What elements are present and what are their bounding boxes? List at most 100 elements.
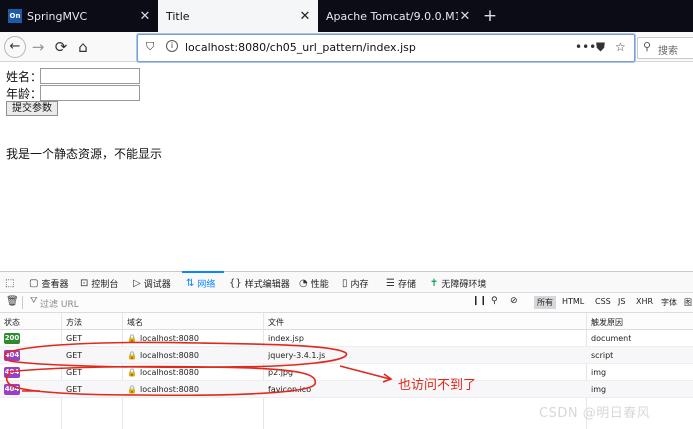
site-info-icon[interactable]: i: [166, 40, 178, 52]
tab-performance[interactable]: ◔ 性能: [299, 275, 329, 291]
block-icon[interactable]: ⊘: [510, 296, 518, 306]
request-row[interactable]: 404 GET 🔒 localhost:8080 p2.jpg img: [0, 364, 693, 381]
status-badge: 404: [4, 350, 20, 361]
request-cause: document: [591, 334, 632, 343]
tab-storage[interactable]: ☰ 存储: [386, 275, 416, 291]
tab-tomcat-error[interactable]: Apache Tomcat/9.0.0.M10 - Erro ✕: [318, 0, 478, 32]
lock-icon: 🔒: [127, 351, 137, 360]
request-cause: img: [591, 368, 607, 377]
request-domain: 🔒 localhost:8080: [127, 351, 199, 360]
pause-icon[interactable]: ❙❙: [472, 296, 487, 306]
inspector-icon: ▢: [29, 277, 39, 289]
request-method: GET: [66, 368, 83, 377]
static-resource-text: 我是一个静态资源，不能显示: [6, 147, 163, 161]
domain-text: localhost:8080: [139, 334, 199, 343]
name-label: 姓名：: [6, 70, 43, 84]
tab-accessibility[interactable]: ✝ 无障碍环境: [430, 275, 486, 291]
bookmark-star-icon[interactable]: ☆: [615, 40, 626, 54]
tab-label: 查看器: [41, 279, 69, 290]
submit-button[interactable]: 提交参数: [6, 101, 58, 116]
new-tab-button[interactable]: +: [481, 6, 499, 26]
storage-icon: ☰: [386, 277, 395, 289]
request-file: p2.jpg: [268, 368, 294, 377]
close-icon[interactable]: ✕: [138, 9, 152, 24]
search-icon[interactable]: ⚲: [491, 296, 498, 306]
tab-title: Title: [166, 9, 190, 23]
request-method: GET: [66, 351, 83, 360]
tab-debugger[interactable]: ▷ 调试器: [133, 275, 171, 291]
devtools-toolbar: ⬚ ▢ 查看器 ⊡ 控制台 ▷ 调试器 ⇅ 网络 {} 样式编辑器 ◔ 性能 ▯ 内存 ☰ 存储…: [0, 271, 693, 293]
domain-text: localhost:8080: [139, 351, 199, 360]
request-row[interactable]: 200 GET 🔒 localhost:8080 index.jsp docume…: [0, 330, 693, 347]
tab-springmvc[interactable]: On SpringMVC ✕: [0, 0, 158, 32]
filter-fonts[interactable]: 字体: [661, 297, 677, 308]
request-table-header: 状态 方法 域名 文件 触发原因: [0, 313, 693, 330]
element-picker-icon[interactable]: ⬚: [5, 275, 17, 291]
request-row[interactable]: 404 GET 🔒 localhost:8080 favicon.ico img: [0, 381, 693, 398]
close-icon[interactable]: ✕: [458, 9, 472, 24]
tab-network[interactable]: ⇅ 网络: [186, 275, 215, 291]
tab-title: SpringMVC: [27, 9, 88, 23]
filter-js[interactable]: JS: [618, 297, 625, 306]
tab-memory[interactable]: ▯ 内存: [342, 275, 369, 291]
divider: [22, 296, 23, 309]
tab-console[interactable]: ⊡ 控制台: [80, 275, 118, 291]
filter-css[interactable]: CSS: [595, 297, 611, 306]
request-file: jquery-3.4.1.js: [268, 351, 326, 360]
trash-icon[interactable]: 🗑: [6, 296, 19, 307]
springmvc-favicon-icon: On: [8, 9, 22, 23]
console-icon: ⊡: [80, 277, 89, 289]
status-badge: 200: [4, 333, 20, 344]
pocket-icon[interactable]: ⛊: [596, 40, 605, 55]
lock-icon: 🔒: [127, 385, 137, 394]
home-icon[interactable]: ⌂: [73, 37, 93, 57]
search-field[interactable]: ⚲ 搜索: [637, 37, 693, 59]
column-cause[interactable]: 触发原因: [591, 317, 623, 328]
name-input[interactable]: [40, 68, 140, 84]
filter-url-input[interactable]: 过滤 URL: [40, 297, 79, 310]
age-label: 年龄：: [6, 87, 43, 101]
tracking-shield-icon[interactable]: ⛉: [146, 40, 154, 54]
column-domain[interactable]: 域名: [127, 317, 143, 328]
age-input[interactable]: [40, 85, 140, 101]
filter-images[interactable]: 图: [684, 297, 692, 308]
tab-style-editor[interactable]: {} 样式编辑器: [229, 275, 290, 291]
memory-icon: ▯: [342, 277, 348, 289]
tab-label: 存储: [397, 279, 416, 290]
url-text[interactable]: localhost:8080/ch05_url_pattern/index.js…: [185, 41, 416, 54]
lock-icon: 🔒: [127, 334, 137, 343]
request-domain: 🔒 localhost:8080: [127, 368, 199, 377]
debugger-icon: ▷: [133, 277, 141, 289]
request-file: favicon.ico: [268, 385, 312, 394]
tab-inspector[interactable]: ▢ 查看器: [29, 275, 68, 291]
performance-icon: ◔: [299, 277, 308, 289]
request-row[interactable]: 404 GET 🔒 localhost:8080 jquery-3.4.1.js …: [0, 347, 693, 364]
tab-label: 无障碍环境: [441, 279, 487, 290]
page-actions-icon[interactable]: •••: [575, 40, 596, 54]
request-cause: img: [591, 385, 607, 394]
reload-icon[interactable]: ⟳: [51, 37, 71, 57]
close-icon[interactable]: ✕: [298, 9, 312, 24]
tab-label: 样式编辑器: [244, 279, 290, 290]
accessibility-icon: ✝: [430, 277, 439, 289]
search-placeholder: 搜索: [658, 46, 678, 57]
forward-arrow-icon[interactable]: →: [28, 37, 48, 57]
tab-title-page[interactable]: Title ✕: [158, 0, 318, 32]
tab-label: 网络: [197, 279, 216, 290]
filter-all[interactable]: 所有: [534, 296, 556, 309]
tab-label: 内存: [350, 279, 369, 290]
column-method[interactable]: 方法: [66, 317, 82, 328]
domain-text: localhost:8080: [139, 385, 199, 394]
annotation-text: 也访问不到了: [398, 378, 477, 393]
search-icon: ⚲: [643, 40, 652, 53]
style-editor-icon: {}: [229, 277, 242, 289]
filter-xhr[interactable]: XHR: [636, 297, 653, 306]
tab-label: 控制台: [91, 279, 119, 290]
network-icon: ⇅: [186, 277, 195, 289]
column-file[interactable]: 文件: [268, 317, 284, 328]
request-file: index.jsp: [268, 334, 304, 343]
back-arrow-icon[interactable]: ←: [4, 36, 26, 58]
address-bar[interactable]: ⛉ i localhost:8080/ch05_url_pattern/inde…: [137, 34, 635, 62]
filter-html[interactable]: HTML: [562, 297, 584, 306]
column-status[interactable]: 状态: [4, 317, 20, 328]
